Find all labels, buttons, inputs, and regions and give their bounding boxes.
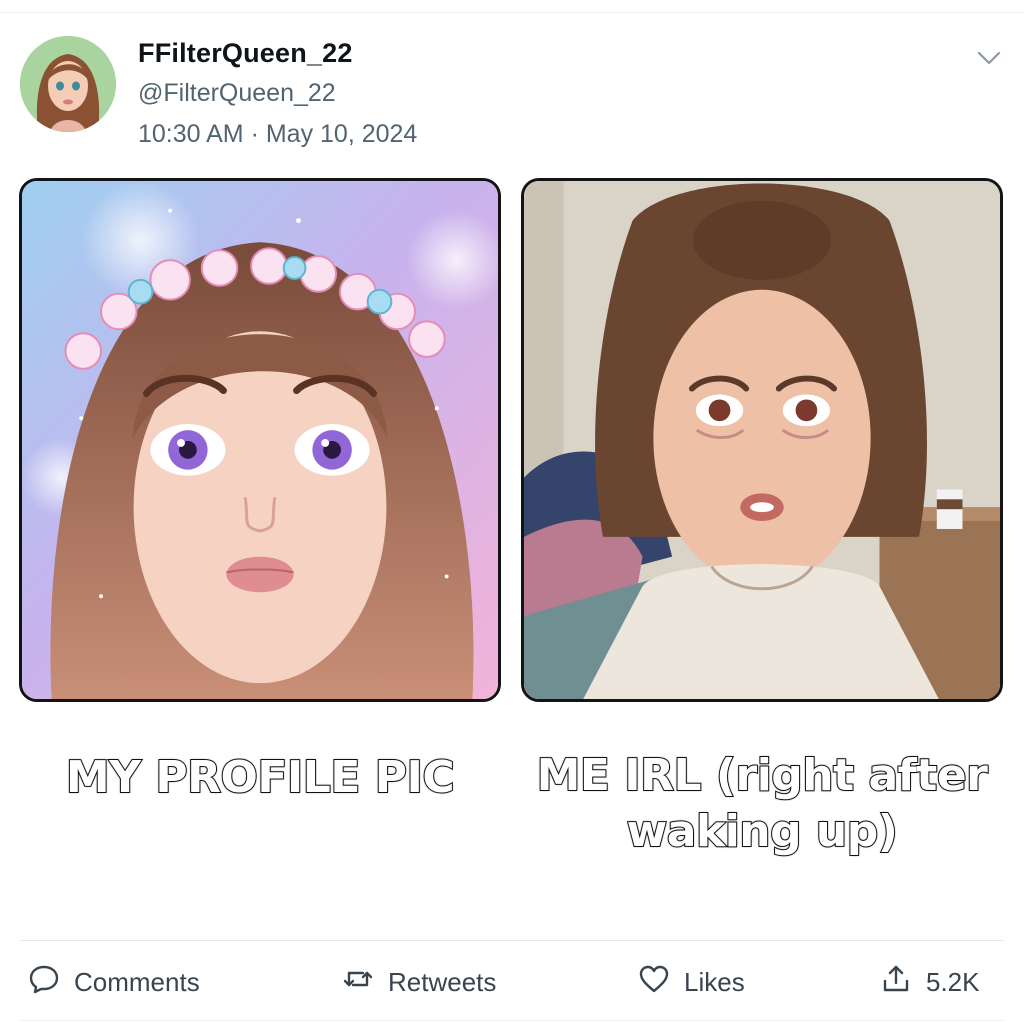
retweets-button[interactable]: Retweets xyxy=(342,962,496,1002)
author-display-name[interactable]: FFilterQueen_22 xyxy=(138,38,353,69)
chevron-down-icon[interactable] xyxy=(976,44,1002,70)
avatar[interactable] xyxy=(20,36,116,132)
caption-me-irl: ME IRL (right after waking up) xyxy=(536,749,989,858)
comments-label: Comments xyxy=(74,966,200,997)
speech-bubble-icon xyxy=(28,963,60,1002)
share-upload-icon xyxy=(880,963,912,1002)
share-button[interactable]: 5.2K xyxy=(880,962,980,1002)
media-profile-pic[interactable] xyxy=(19,178,501,702)
caption-profile-pic: MY PROFILE PIC xyxy=(65,751,456,804)
bottom-divider xyxy=(20,1020,1004,1021)
heart-icon xyxy=(638,963,670,1002)
author-handle[interactable]: @FilterQueen_22 xyxy=(138,79,336,108)
media-me-irl[interactable] xyxy=(521,178,1003,702)
likes-label: Likes xyxy=(684,966,745,997)
tweet-timestamp[interactable]: 10:30 AM · May 10, 2024 xyxy=(138,120,417,149)
likes-button[interactable]: Likes xyxy=(638,962,745,1002)
retweet-arrows-icon xyxy=(342,963,374,1002)
tweet-card: FFilterQueen_22 @FilterQueen_22 10:30 AM… xyxy=(0,0,1024,1024)
comments-button[interactable]: Comments xyxy=(28,962,200,1002)
action-bar-divider xyxy=(20,940,1004,941)
retweets-label: Retweets xyxy=(388,966,497,997)
share-count: 5.2K xyxy=(926,966,980,997)
